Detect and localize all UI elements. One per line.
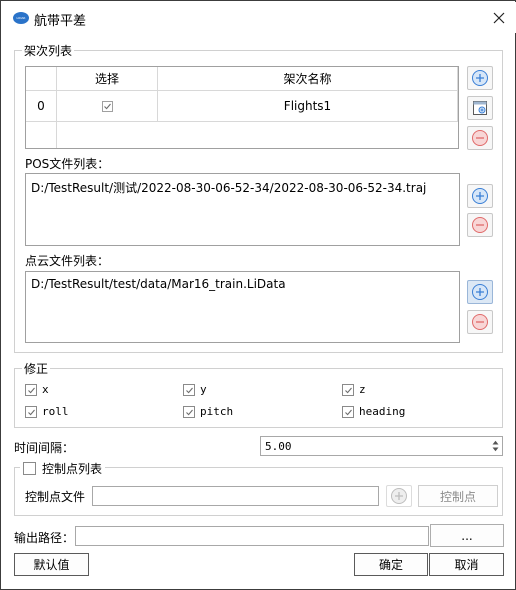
pointcloud-list-label: 点云文件列表：	[25, 254, 110, 268]
pos-list-item[interactable]: D:/TestResult/测试/2022-08-30-06-52-34/202…	[31, 179, 426, 196]
browse-button[interactable]: ...	[430, 524, 504, 547]
close-button[interactable]	[488, 8, 510, 28]
pointcloud-list[interactable]: D:/TestResult/test/data/Mar16_train.LiDa…	[25, 271, 460, 343]
control-legend: 控制点列表	[42, 461, 103, 476]
z-checkbox[interactable]	[342, 384, 354, 396]
ok-button[interactable]: 确定	[354, 553, 428, 576]
close-icon	[493, 12, 505, 24]
remove-circle-icon	[472, 217, 488, 233]
spin-up-icon[interactable]	[492, 440, 499, 445]
output-label: 输出路径：	[14, 531, 75, 545]
row-select-checkbox[interactable]	[101, 100, 113, 112]
remove-pointcloud-button[interactable]	[467, 310, 493, 334]
title-bar: LIDAR 航带平差	[2, 2, 516, 33]
add-pos-button[interactable]	[467, 184, 493, 208]
add-circle-icon	[472, 188, 488, 204]
heading-label: heading	[359, 405, 406, 418]
pos-list-label: POS文件列表：	[25, 157, 110, 171]
y-checkbox[interactable]	[183, 384, 195, 396]
pitch-label: pitch	[200, 405, 234, 418]
interval-value: 5.00	[265, 440, 292, 453]
row-select-cell[interactable]	[57, 91, 158, 122]
check-icon	[103, 103, 111, 109]
interval-spinbox[interactable]: 5.00	[260, 436, 503, 456]
remove-pos-button[interactable]	[467, 213, 493, 237]
control-point-button[interactable]: 控制点	[418, 485, 498, 507]
window-title: 航带平差	[34, 14, 87, 29]
default-button[interactable]: 默认值	[14, 553, 89, 576]
check-icon	[345, 409, 352, 416]
table-corner	[26, 67, 57, 91]
control-legend-wrap: 控制点列表	[20, 460, 106, 476]
y-label: y	[200, 383, 207, 396]
remove-flight-button[interactable]	[467, 126, 493, 150]
control-file-label: 控制点文件	[25, 490, 86, 504]
interval-label: 时间间隔：	[14, 441, 75, 455]
correction-group	[14, 368, 503, 428]
flights-table: 选择 架次名称 0 Flights1	[25, 66, 459, 149]
check-icon	[345, 387, 352, 394]
check-icon	[186, 387, 193, 394]
add-pointcloud-button[interactable]	[467, 280, 493, 304]
pitch-checkbox[interactable]	[183, 406, 195, 418]
check-icon	[186, 409, 193, 416]
add-flight-button[interactable]	[467, 66, 493, 90]
control-enable-checkbox[interactable]	[23, 461, 36, 475]
check-icon	[28, 387, 35, 394]
output-path-input[interactable]	[75, 526, 429, 546]
control-file-input[interactable]	[92, 486, 379, 506]
z-label: z	[359, 383, 366, 396]
check-icon	[28, 409, 35, 416]
row-index: 0	[26, 91, 57, 122]
spin-down-icon[interactable]	[492, 447, 499, 452]
add-circle-icon	[472, 70, 488, 86]
x-label: x	[42, 383, 49, 396]
correction-legend: 修正	[22, 360, 51, 377]
import-file-icon	[473, 101, 487, 115]
row-empty-index	[26, 122, 57, 148]
cancel-button[interactable]: 取消	[429, 553, 504, 576]
roll-checkbox[interactable]	[25, 406, 37, 418]
dialog-window: LIDAR 航带平差 架次列表 选择 架次名称 0 Flights1 POS文件…	[0, 0, 516, 590]
heading-checkbox[interactable]	[342, 406, 354, 418]
roll-label: roll	[42, 405, 69, 418]
pointcloud-list-item[interactable]: D:/TestResult/test/data/Mar16_train.LiDa…	[31, 277, 286, 291]
import-flight-button[interactable]	[467, 96, 493, 120]
row-flight-name[interactable]: Flights1	[158, 91, 458, 122]
add-circle-icon	[472, 284, 488, 300]
add-circle-icon	[391, 488, 407, 504]
x-checkbox[interactable]	[25, 384, 37, 396]
pos-list[interactable]: D:/TestResult/测试/2022-08-30-06-52-34/202…	[25, 173, 460, 246]
column-header-select[interactable]: 选择	[57, 67, 158, 91]
remove-circle-icon	[472, 314, 488, 330]
app-logo-icon: LIDAR	[13, 12, 29, 24]
flights-legend: 架次列表	[22, 42, 75, 59]
add-control-point-button[interactable]	[386, 485, 412, 507]
remove-circle-icon	[472, 130, 488, 146]
column-header-flight-name[interactable]: 架次名称	[158, 67, 458, 91]
